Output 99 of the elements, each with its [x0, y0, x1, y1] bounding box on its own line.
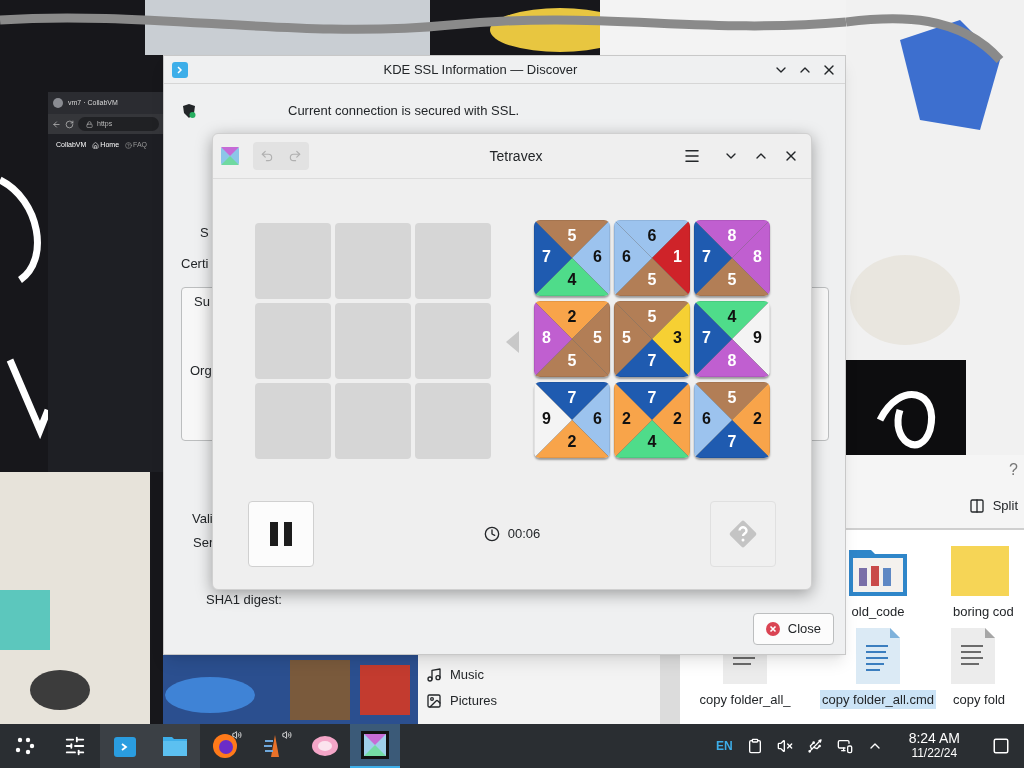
- field-label: Ser: [193, 535, 214, 551]
- window-title: KDE SSL Information — Discover: [382, 60, 579, 79]
- tile-number: 8: [726, 351, 738, 371]
- tile-number: 2: [566, 432, 578, 452]
- folder-icon[interactable]: [162, 734, 188, 758]
- field-label: S: [200, 225, 209, 241]
- split-button[interactable]: Split: [968, 496, 1018, 516]
- tile-number: 1: [673, 247, 682, 267]
- window-title: Tetravex: [488, 146, 544, 166]
- tile-number: 4: [566, 270, 578, 290]
- close-button[interactable]: Close: [752, 613, 834, 645]
- tile-number: 8: [753, 247, 762, 267]
- tile-number: 8: [726, 226, 738, 246]
- tile-number: 6: [593, 247, 602, 267]
- file-name[interactable]: boring cod: [951, 602, 1016, 622]
- tile-number: 2: [566, 307, 578, 327]
- file-name[interactable]: copy folder_all_: [697, 689, 793, 709]
- muted-speaker-icon[interactable]: [776, 738, 793, 754]
- taskbar-item[interactable]: [350, 724, 400, 768]
- tile-number: 9: [542, 409, 551, 429]
- music-icon: [426, 667, 442, 683]
- script-file-icon: [856, 627, 900, 684]
- shield-icon: [181, 103, 197, 119]
- redo-icon: [288, 149, 302, 163]
- file-name[interactable]: old_code: [849, 602, 907, 622]
- audio-icon: [282, 730, 292, 740]
- tile-number: 3: [673, 328, 682, 348]
- store-icon[interactable]: [113, 734, 137, 758]
- split-icon: [968, 497, 985, 514]
- tile-number: 2: [673, 409, 682, 429]
- tetravex-icon[interactable]: [361, 731, 389, 759]
- tile-number: 5: [726, 270, 738, 290]
- section-label: Certi: [181, 256, 209, 272]
- tile-number: 5: [726, 388, 738, 408]
- puzzle-tile[interactable]: 2 5 5 8: [534, 301, 610, 377]
- close-icon: [765, 622, 780, 636]
- pause-icon: [268, 521, 294, 547]
- clock-icon: [483, 526, 500, 542]
- status-message: Current connection is secured with SSL.: [288, 103, 520, 119]
- image-icon: [426, 693, 442, 709]
- puzzle-tile[interactable]: 7 6 2 9: [534, 382, 610, 458]
- file-name[interactable]: copy folder_all.cmd: [820, 689, 936, 709]
- tile-number: 7: [646, 351, 658, 371]
- menu-icon[interactable]: [683, 147, 701, 165]
- tile-number: 6: [646, 226, 658, 246]
- tile-number: 7: [646, 388, 658, 408]
- tile-number: 6: [622, 247, 631, 267]
- puzzle-tile[interactable]: 4 9 8 7: [694, 301, 770, 377]
- puzzle-tile[interactable]: 7 2 4 2: [614, 382, 690, 458]
- launcher-icon[interactable]: [14, 735, 36, 757]
- tile-number: 5: [646, 270, 658, 290]
- tetravex-icon: [221, 147, 239, 165]
- file-name[interactable]: copy fold: [951, 689, 1008, 709]
- pause-button[interactable]: [248, 501, 314, 567]
- field-label: Org: [190, 363, 212, 379]
- tile-number: 2: [622, 409, 631, 429]
- tile-number: 6: [593, 409, 602, 429]
- tile-number: 5: [566, 351, 578, 371]
- show-desktop-icon[interactable]: [992, 737, 1010, 755]
- tile-number: 7: [726, 432, 738, 452]
- tile-number: 4: [646, 432, 658, 452]
- tile-number: 5: [646, 307, 658, 327]
- puzzle-tile[interactable]: 5 2 7 6: [694, 382, 770, 458]
- tile-number: 7: [702, 328, 711, 348]
- usb-icon[interactable]: [806, 738, 823, 754]
- puzzle-tile[interactable]: 5 3 7 5: [614, 301, 690, 377]
- viewer-icon[interactable]: [311, 734, 339, 758]
- keyboard-layout[interactable]: EN: [715, 737, 733, 755]
- field-label: SHA1 digest:: [206, 592, 282, 608]
- audio-icon: [232, 730, 242, 740]
- places-item[interactable]: Music: [418, 662, 660, 688]
- undo-icon: [260, 149, 274, 163]
- clipboard-icon[interactable]: [746, 738, 763, 754]
- tile-number: 7: [542, 247, 551, 267]
- document-icon: [951, 627, 995, 684]
- tile-number: 8: [542, 328, 551, 348]
- folder-icon: [951, 546, 1009, 596]
- tile-number: 7: [702, 247, 711, 267]
- puzzle-tile[interactable]: 8 8 5 7: [694, 220, 770, 296]
- tile-number: 2: [753, 409, 762, 429]
- field-label: Su: [194, 294, 210, 310]
- places-item[interactable]: Pictures: [418, 688, 660, 714]
- help-button[interactable]: ?: [1009, 458, 1018, 482]
- tile-number: 6: [702, 409, 711, 429]
- timer: 00:06: [507, 525, 541, 544]
- browser-icon[interactable]: [212, 733, 238, 759]
- tile-number: 5: [622, 328, 631, 348]
- network-icon[interactable]: [836, 738, 853, 754]
- puzzle-tile[interactable]: 5 6 4 7: [534, 220, 610, 296]
- tile-number: 4: [726, 307, 738, 327]
- tile-number: 9: [753, 328, 762, 348]
- clock[interactable]: 8:24 AM 11/22/24: [908, 731, 960, 761]
- sliders-icon[interactable]: [64, 735, 86, 757]
- puzzle-tile[interactable]: 6 1 5 6: [614, 220, 690, 296]
- tile-number: 7: [566, 388, 578, 408]
- tile-number: 5: [593, 328, 602, 348]
- tile-number: 5: [566, 226, 578, 246]
- app-icon: [172, 61, 188, 78]
- field-label: Vali: [192, 511, 213, 527]
